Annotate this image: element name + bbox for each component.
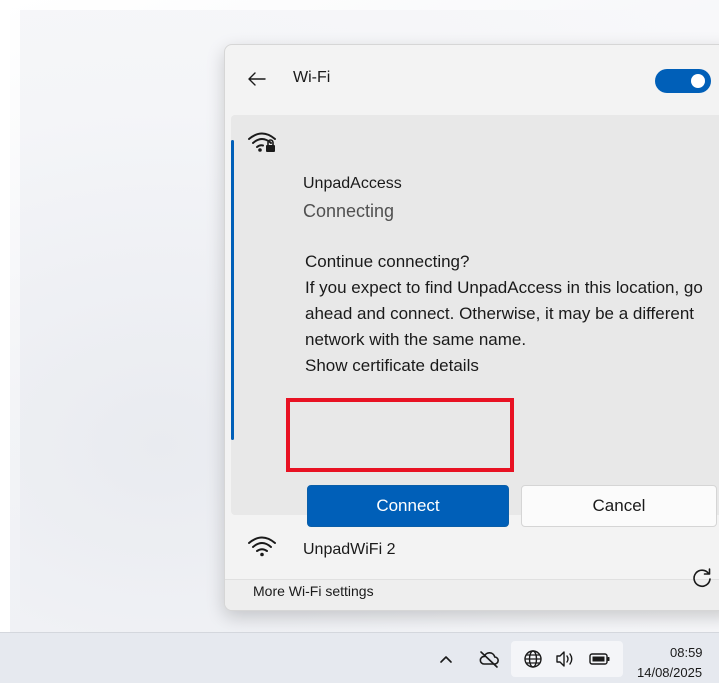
connect-highlight-annotation xyxy=(286,398,514,472)
connect-prompt: Continue connecting? If you expect to fi… xyxy=(305,249,719,379)
show-hidden-icons-button[interactable] xyxy=(432,645,460,673)
onedrive-button[interactable] xyxy=(474,645,504,673)
prompt-heading: Continue connecting? xyxy=(305,252,470,271)
more-wifi-settings-link[interactable]: More Wi-Fi settings xyxy=(253,583,374,599)
toggle-knob xyxy=(691,74,705,88)
selection-indicator xyxy=(231,140,234,440)
wifi-flyout: Wi-Fi UnpadAccess Connecting Continue co… xyxy=(224,44,719,611)
network-name: UnpadAccess xyxy=(303,175,402,192)
network-name: UnpadWiFi 2 xyxy=(303,541,396,558)
wifi-toggle[interactable] xyxy=(655,69,711,93)
speaker-icon xyxy=(556,651,573,667)
network-status: Connecting xyxy=(303,201,395,221)
wifi-icon xyxy=(248,536,276,557)
wifi-secured-icon xyxy=(248,132,276,152)
network-item-unpadwifi2[interactable]: UnpadWiFi 2 xyxy=(225,519,719,579)
flyout-title: Wi-Fi xyxy=(293,69,331,86)
clock-time[interactable]: 08:59 xyxy=(670,645,703,660)
globe-network-icon xyxy=(524,650,542,668)
clock-date[interactable]: 14/08/2025 xyxy=(637,665,702,680)
certificate-details-link[interactable]: Show certificate details xyxy=(305,353,719,379)
cloud-off-icon xyxy=(479,651,499,668)
flyout-header: Wi-Fi xyxy=(225,45,719,115)
chevron-up-icon xyxy=(440,656,452,663)
prompt-body: If you expect to find UnpadAccess in thi… xyxy=(305,278,703,349)
taskbar: 08:59 14/08/2025 xyxy=(0,632,719,683)
refresh-icon[interactable] xyxy=(691,567,713,589)
quick-settings-button[interactable] xyxy=(511,641,623,677)
back-arrow-icon xyxy=(248,72,266,86)
battery-icon xyxy=(589,653,610,665)
back-button[interactable] xyxy=(245,67,269,91)
